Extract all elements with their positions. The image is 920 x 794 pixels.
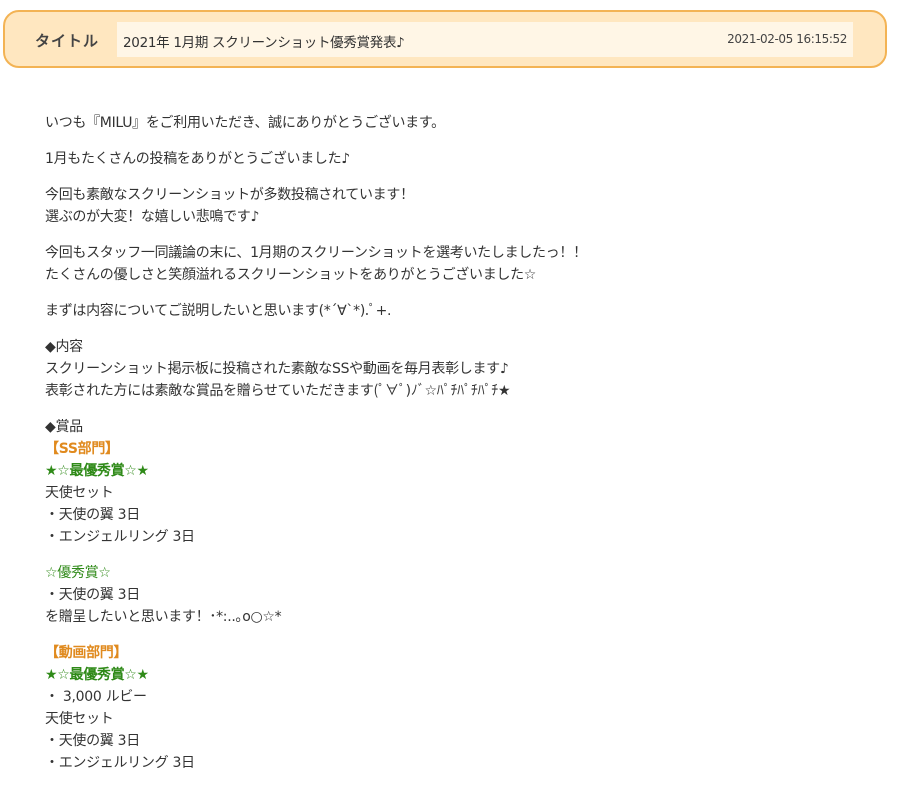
text-line: 1月もたくさんの投稿をありがとうございました♪ (45, 151, 350, 167)
post-body: いつも『MILU』をご利用いただき、誠にありがとうございます。 1月もたくさんの… (45, 112, 885, 788)
prize-item: 天使セット (45, 485, 114, 501)
section-video-dept: 【動画部門】 ★☆最優秀賞☆★ ・ 3,000 ルビー 天使セット ・天使の翼 … (45, 642, 885, 774)
prize-item: ・天使の翼 3日 (45, 507, 140, 523)
paragraph-intro: まずは内容についてご説明したいと思います(*´∀`*).ﾟ+. (45, 300, 885, 322)
prize-item: ・エンジェルリング 3日 (45, 755, 195, 771)
paragraph-many-posts: 今回も素敵なスクリーンショットが多数投稿されています！ 選ぶのが大変！な嬉しい悲… (45, 184, 885, 228)
title-box: 2021年 1月期 スクリーンショット優秀賞発表♪ 2021-02-05 16:… (117, 22, 853, 57)
text-line: スクリーンショット掲示板に投稿された素敵なSSや動画を毎月表彰します♪ (45, 361, 509, 377)
section-heading-content: ◆内容 (45, 339, 83, 355)
prize-item: ・天使の翼 3日 (45, 733, 140, 749)
video-department-heading: 【動画部門】 (45, 645, 128, 661)
ss-top-award-heading: ★☆最優秀賞☆★ (45, 463, 149, 479)
text-line: 選ぶのが大変！な嬉しい悲鳴です♪ (45, 209, 260, 225)
section-content: ◆内容 スクリーンショット掲示板に投稿された素敵なSSや動画を毎月表彰します♪ … (45, 336, 885, 402)
section-heading-prizes: ◆賞品 (45, 419, 83, 435)
post-title-bar: タイトル 2021年 1月期 スクリーンショット優秀賞発表♪ 2021-02-0… (3, 10, 887, 68)
section-ss-excellent: ☆優秀賞☆ ・天使の翼 3日 を贈呈したいと思います！･*:..｡o○☆* (45, 562, 885, 628)
prize-item: 天使セット (45, 711, 114, 727)
post-title: 2021年 1月期 スクリーンショット優秀賞発表♪ (123, 35, 405, 51)
paragraph-selection: 今回もスタッフ一同議論の末に、1月期のスクリーンショットを選考いたしましたっ！！… (45, 242, 885, 286)
text-line: を贈呈したいと思います！･*:..｡o○☆* (45, 609, 282, 625)
text-line: まずは内容についてご説明したいと思います(*´∀`*).ﾟ+. (45, 303, 392, 319)
prize-item: ・天使の翼 3日 (45, 587, 140, 603)
text-line: 今回もスタッフ一同議論の末に、1月期のスクリーンショットを選考いたしましたっ！！ (45, 245, 587, 261)
prize-item: ・エンジェルリング 3日 (45, 529, 195, 545)
ss-department-heading: 【SS部門】 (45, 441, 119, 457)
ss-excellent-award-heading: ☆優秀賞☆ (45, 565, 111, 581)
title-label: タイトル (35, 32, 100, 50)
section-prizes: ◆賞品 【SS部門】 ★☆最優秀賞☆★ 天使セット ・天使の翼 3日 ・エンジェ… (45, 416, 885, 548)
text-line: たくさんの優しさと笑顔溢れるスクリーンショットをありがとうございました☆ (45, 267, 537, 283)
text-line: いつも『MILU』をご利用いただき、誠にありがとうございます。 (45, 115, 445, 131)
post-date: 2021-02-05 16:15:52 (727, 32, 847, 46)
text-line: 今回も素敵なスクリーンショットが多数投稿されています！ (45, 187, 414, 203)
prize-item: ・ 3,000 ルビー (45, 689, 147, 705)
video-top-award-heading: ★☆最優秀賞☆★ (45, 667, 149, 683)
paragraph-greeting: いつも『MILU』をご利用いただき、誠にありがとうございます。 (45, 112, 885, 134)
text-line: 表彰された方には素敵な賞品を贈らせていただきます(ﾟ∀ﾟ)ﾉﾞ☆ﾊﾟﾁﾊﾟﾁﾊﾟ… (45, 383, 511, 399)
paragraph-thanks: 1月もたくさんの投稿をありがとうございました♪ (45, 148, 885, 170)
